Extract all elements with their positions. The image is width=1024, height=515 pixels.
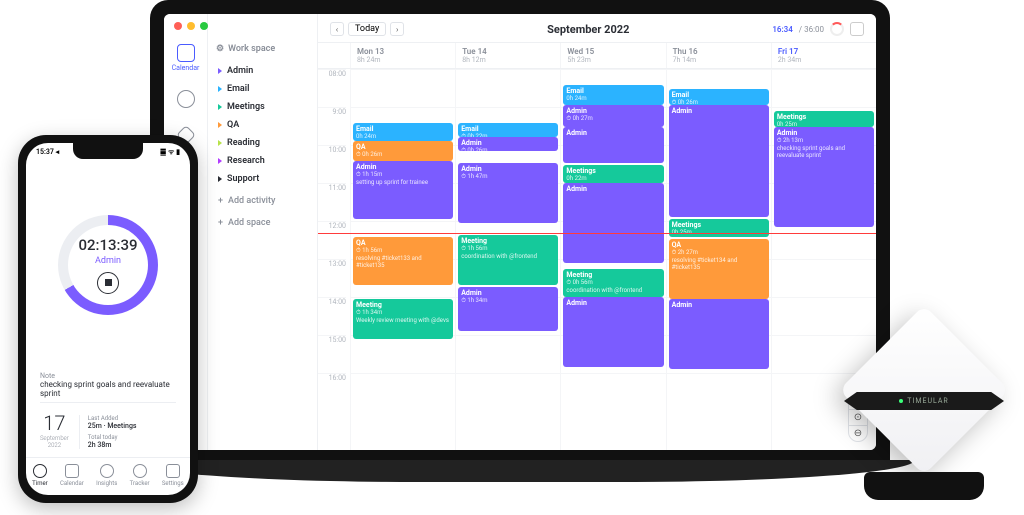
- time-total: / 36:00: [799, 25, 824, 34]
- add-space[interactable]: Add space: [216, 214, 309, 232]
- day-header-cell[interactable]: Fri 172h 34m: [771, 43, 876, 68]
- sidebar: Work space AdminEmailMeetingsQAReadingRe…: [208, 14, 318, 450]
- calendar-event[interactable]: Meeting⏱ 0h 56mcoordination with @fronte…: [563, 269, 663, 297]
- prev-button[interactable]: ‹: [330, 22, 344, 36]
- tab-insights[interactable]: Insights: [96, 464, 117, 487]
- sidebar-item-qa[interactable]: QA: [216, 116, 309, 134]
- time-current: 16:34: [772, 25, 792, 34]
- today-date: 17 September2022: [40, 411, 69, 449]
- pie-icon: [177, 90, 195, 108]
- calendar-picker-icon[interactable]: [850, 22, 864, 36]
- topbar: ‹ Today › September 2022 16:34 / 36:00: [318, 14, 876, 42]
- day-header-cell[interactable]: Mon 138h 24m: [350, 43, 455, 68]
- tab-tracker[interactable]: Tracker: [130, 464, 150, 487]
- calendar-event[interactable]: Admin: [563, 183, 663, 263]
- calendar-event[interactable]: QA⏱ 2h 27mresolving #ticket134 and #tick…: [669, 239, 769, 299]
- note-input[interactable]: checking sprint goals and reevaluate spr…: [40, 380, 176, 403]
- timer-activity[interactable]: Admin: [95, 256, 121, 266]
- add-activity[interactable]: Add activity: [216, 192, 309, 210]
- calendar-event[interactable]: Admin: [669, 299, 769, 369]
- sidebar-item-email[interactable]: Email: [216, 80, 309, 98]
- sidebar-item-meetings[interactable]: Meetings: [216, 98, 309, 116]
- rail-insights[interactable]: [177, 90, 195, 110]
- timer-area: 02:13:39 Admin: [26, 157, 190, 372]
- sidebar-item-reading[interactable]: Reading: [216, 134, 309, 152]
- progress-ring-icon: [830, 22, 844, 36]
- tab-timer[interactable]: Timer: [32, 464, 48, 487]
- device-brand-strip: TIMEULAR: [844, 392, 1004, 410]
- total-today-value: 2h 38m: [88, 441, 137, 449]
- total-today-label: Total today: [88, 434, 137, 441]
- calendar-event[interactable]: Admin: [563, 297, 663, 367]
- phone-frame: 15:37 ◂䷀ ᯤ ▮ 02:13:39 Admin Note checkin…: [18, 135, 198, 503]
- calendar-grid: 08:009:0010:0011:0012:0013:0014:0015:001…: [318, 69, 876, 450]
- phone-tabbar: Timer Calendar Insights Tracker Settings: [26, 457, 190, 495]
- stop-button[interactable]: [97, 272, 119, 294]
- day-header-cell[interactable]: Wed 155h 23m: [560, 43, 665, 68]
- calendar-event[interactable]: Admin⏱ 2h 13mchecking sprint goals and r…: [774, 127, 874, 227]
- calendar-event[interactable]: Admin⏱ 1h 34m: [458, 287, 558, 331]
- max-dot[interactable]: [200, 22, 208, 30]
- day-header-cell[interactable]: Tue 148h 12m: [455, 43, 560, 68]
- laptop-frame: Calendar Work space AdminEmailMeetingsQA…: [150, 0, 890, 490]
- tracker-device: TIMEULAR: [844, 330, 1004, 490]
- month-title: September 2022: [547, 23, 629, 36]
- sidebar-item-admin[interactable]: Admin: [216, 62, 309, 80]
- calendar-event[interactable]: Meetings0h 25m: [774, 111, 874, 127]
- calendar-event[interactable]: Admin⏱ 1h 15msetting up sprint for train…: [353, 161, 453, 219]
- calendar-event[interactable]: Meetings0h 25m: [669, 219, 769, 237]
- calendar-event[interactable]: Admin: [669, 105, 769, 217]
- rail-calendar[interactable]: Calendar: [172, 44, 200, 72]
- workspace-header[interactable]: Work space: [216, 44, 309, 54]
- window-controls: [174, 22, 208, 30]
- calendar-event[interactable]: Meeting⏱ 1h 56mcoordination with @fronte…: [458, 235, 558, 285]
- note-label: Note: [40, 372, 176, 380]
- last-added-value: 25m · Meetings: [88, 422, 137, 430]
- calendar-event[interactable]: Email⏱ 0h 22m: [458, 123, 558, 137]
- calendar-event[interactable]: Admin⏱ 0h 26m: [458, 137, 558, 151]
- tab-calendar[interactable]: Calendar: [60, 464, 84, 487]
- now-indicator: 12:16: [318, 233, 876, 234]
- day-header-cell[interactable]: Thu 167h 14m: [666, 43, 771, 68]
- timer-ring: 02:13:39 Admin: [58, 215, 158, 315]
- tab-settings[interactable]: Settings: [162, 464, 184, 487]
- phone-notch: [73, 143, 143, 159]
- calendar-icon: [177, 44, 195, 62]
- calendar-event[interactable]: Meetings0h 22m: [563, 165, 663, 183]
- calendar-event[interactable]: QA⏱ 0h 26m: [353, 141, 453, 161]
- last-added-label: Last Added: [88, 415, 137, 422]
- close-dot[interactable]: [174, 22, 182, 30]
- next-button[interactable]: ›: [390, 22, 404, 36]
- sidebar-item-support[interactable]: Support: [216, 170, 309, 188]
- today-button[interactable]: Today: [348, 22, 386, 36]
- calendar-event[interactable]: Email⏱ 0h 26m: [669, 89, 769, 105]
- min-dot[interactable]: [187, 22, 195, 30]
- calendar-event[interactable]: Meeting⏱ 1h 34mWeekly review meeting wit…: [353, 299, 453, 339]
- calendar-event[interactable]: Email0h 24m: [563, 85, 663, 105]
- sidebar-item-research[interactable]: Research: [216, 152, 309, 170]
- calendar-event[interactable]: QA⏱ 1h 56mresolving #ticket133 and #tick…: [353, 237, 453, 285]
- calendar-main: ‹ Today › September 2022 16:34 / 36:00 M…: [318, 14, 876, 450]
- calendar-event[interactable]: Admin: [563, 127, 663, 163]
- calendar-event[interactable]: Email0h 24m: [353, 123, 453, 141]
- led-icon: [899, 399, 903, 403]
- calendar-event[interactable]: Admin⏱ 0h 27m: [563, 105, 663, 127]
- timer-value: 02:13:39: [78, 236, 137, 254]
- day-header: Mon 138h 24mTue 148h 12mWed 155h 23mThu …: [318, 42, 876, 69]
- calendar-event[interactable]: Admin⏱ 1h 47m: [458, 163, 558, 223]
- rail-calendar-label: Calendar: [172, 64, 200, 72]
